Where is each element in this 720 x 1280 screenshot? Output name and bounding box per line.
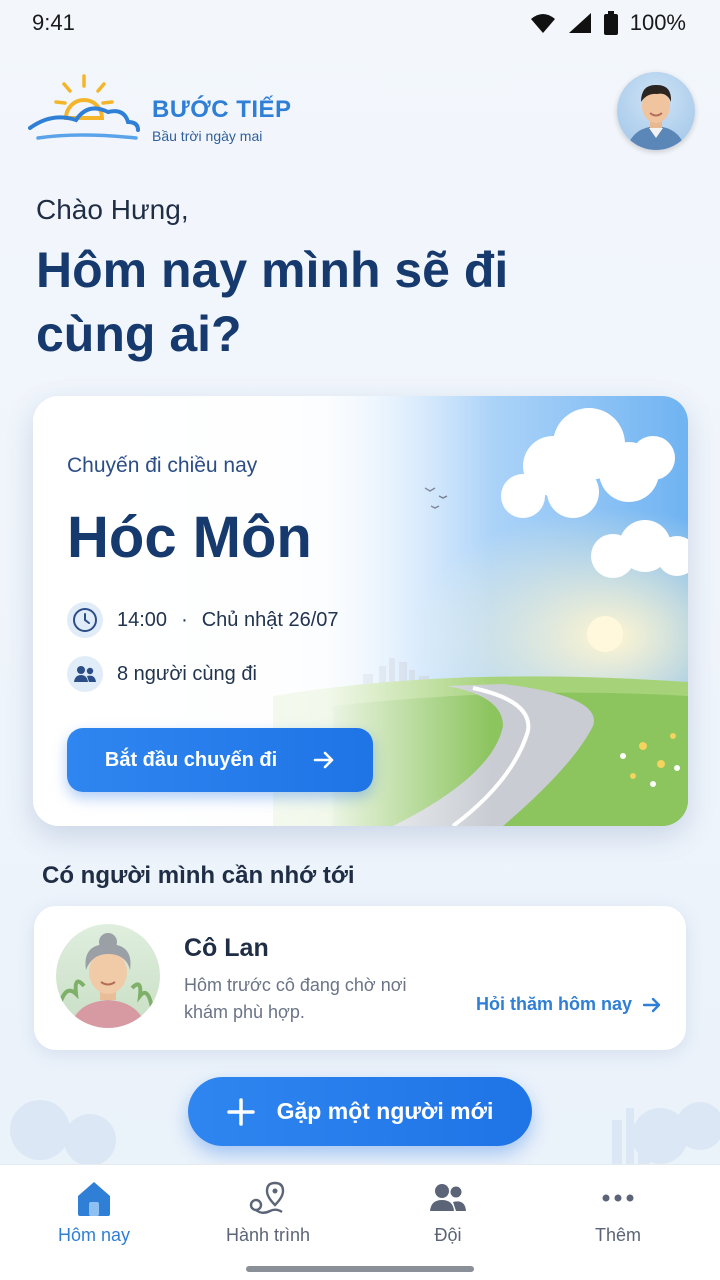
trip-people: 8 người cùng đi — [117, 662, 257, 685]
person-name: Cô Lan — [184, 934, 269, 962]
clock-icon — [67, 602, 103, 638]
team-icon — [430, 1184, 466, 1211]
nav-label-more: Thêm — [594, 1225, 641, 1245]
home-indicator[interactable] — [246, 1266, 474, 1272]
brand-tagline: Bầu trời ngày mai — [152, 128, 263, 144]
nav-label-team: Đội — [434, 1225, 462, 1245]
status-time: 9:41 — [32, 10, 75, 35]
reminder-card[interactable]: Cô Lan Hôm trước cô đang chờ nơi khám ph… — [34, 906, 686, 1050]
people-icon — [67, 656, 103, 692]
status-bar: 9:41 100% — [0, 0, 720, 46]
page-headline: Hôm nay mình sẽ đi cùng ai? — [36, 242, 509, 362]
check-in-label: Hỏi thăm hôm nay — [475, 994, 632, 1014]
start-trip-label: Bắt đầu chuyến đi — [104, 748, 278, 771]
home-icon — [78, 1182, 110, 1216]
user-avatar[interactable] — [617, 72, 695, 150]
trip-date: Chủ nhật 26/07 — [201, 608, 339, 631]
battery-icon — [603, 11, 618, 35]
trip-people-row: 8 người cùng đi — [67, 656, 257, 692]
wifi-icon — [530, 14, 555, 33]
start-trip-button[interactable]: Bắt đầu chuyến đi — [67, 728, 373, 792]
nav-item-team[interactable]: Đội — [378, 1179, 518, 1246]
meet-new-person-button[interactable]: Gặp một người mới — [188, 1077, 532, 1146]
meet-new-person-label: Gặp một người mới — [276, 1098, 494, 1124]
nav-item-today[interactable]: Hôm nay — [24, 1179, 164, 1246]
arrow-right-icon — [313, 751, 334, 769]
person-avatar — [56, 924, 160, 1028]
trip-card[interactable]: Chuyến đi chiều nay Hóc Môn 14:00 · Chủ … — [33, 396, 688, 826]
reminder-section-title: Có người mình cần nhớ tới — [42, 862, 355, 889]
greeting-text: Chào Hưng, — [36, 194, 189, 225]
battery-percent: 100% — [629, 10, 686, 35]
trip-time: 14:00 — [117, 608, 168, 631]
bottom-navigation: Hôm nay Hành trình Đội Thêm — [0, 1164, 720, 1280]
more-icon — [602, 1194, 634, 1202]
trip-destination: Hóc Môn — [67, 505, 312, 570]
status-icons: 100% — [530, 10, 686, 36]
nav-item-journey[interactable]: Hành trình — [198, 1179, 338, 1246]
trip-separator: · — [181, 608, 188, 631]
check-in-link[interactable]: Hỏi thăm hôm nay — [476, 994, 662, 1015]
trip-label: Chuyến đi chiều nay — [67, 454, 258, 477]
plus-icon — [226, 1097, 255, 1126]
sun-cloud-logo — [28, 74, 140, 140]
signal-icon — [568, 13, 591, 33]
person-note: Hôm trước cô đang chờ nơi khám phù hợp. — [184, 975, 407, 1022]
route-icon — [249, 1181, 285, 1214]
nav-label-journey: Hành trình — [225, 1225, 311, 1245]
arrow-right-icon — [642, 997, 661, 1012]
brand-name: BƯỚC TIẾP — [152, 96, 292, 123]
nav-label-today: Hôm nay — [57, 1225, 131, 1245]
trip-time-row: 14:00 · Chủ nhật 26/07 — [67, 602, 339, 638]
nav-item-more[interactable]: Thêm — [548, 1179, 688, 1246]
